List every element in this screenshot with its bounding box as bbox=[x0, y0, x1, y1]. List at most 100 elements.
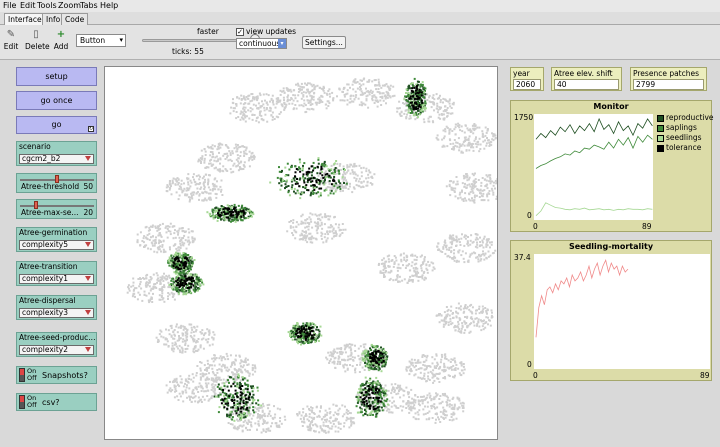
legend-label: saplings bbox=[666, 123, 697, 132]
y-min-tick: 0 bbox=[527, 211, 532, 220]
ticks-counter: ticks: 55 bbox=[172, 47, 204, 56]
seed-production-value-box[interactable]: complexity2 bbox=[19, 345, 94, 355]
monitor-plot[interactable]: Monitor 1750 0 0 89 reproductive sapling… bbox=[510, 100, 714, 232]
off-label: Off bbox=[27, 374, 37, 382]
legend-swatch bbox=[657, 114, 664, 122]
menu-file[interactable]: File bbox=[3, 0, 16, 12]
toggle-icon[interactable] bbox=[19, 395, 25, 409]
germination-chooser[interactable]: Atree-germination complexity5 bbox=[16, 227, 97, 252]
x-min-tick: 0 bbox=[533, 222, 538, 231]
seed-production-chooser[interactable]: Atree-seed-produc... complexity2 bbox=[16, 332, 97, 357]
legend-item: seedlings bbox=[657, 133, 702, 143]
pencil-icon: ✎ bbox=[6, 29, 16, 40]
delete-label: Delete bbox=[25, 42, 50, 51]
settings-button[interactable]: Settings... bbox=[302, 36, 346, 49]
legend-item: saplings bbox=[657, 123, 697, 133]
menu-edit[interactable]: Edit bbox=[20, 0, 36, 12]
seedling-mortality-plot[interactable]: Seedling-mortality 37.4 0 0 89 bbox=[510, 240, 712, 381]
on-off-labels: On Off bbox=[27, 395, 37, 409]
edit-button[interactable]: ✎ Edit bbox=[0, 28, 22, 51]
series-line bbox=[535, 259, 629, 338]
transition-label: Atree-transition bbox=[19, 262, 78, 271]
widget-type-select[interactable]: Button ▾ bbox=[76, 34, 126, 47]
tab-interface[interactable]: Interface bbox=[4, 13, 46, 25]
csv-label: csv? bbox=[42, 398, 60, 407]
view-updates-checkbox[interactable]: ✓ view updates bbox=[236, 27, 296, 36]
plus-icon: + bbox=[56, 29, 66, 40]
scenario-value-box[interactable]: cgcm2_b2 bbox=[19, 154, 94, 164]
plot-title: Seedling-mortality bbox=[568, 242, 654, 251]
update-mode-select[interactable]: continuous ▾ bbox=[236, 38, 287, 49]
plot-title: Monitor bbox=[593, 102, 629, 111]
y-max-tick: 1750 bbox=[514, 113, 534, 122]
series-line bbox=[535, 117, 653, 140]
germination-value-box[interactable]: complexity5 bbox=[19, 240, 94, 250]
legend-item: reproductive bbox=[657, 113, 714, 123]
widget-type-value: Button bbox=[80, 36, 106, 45]
go-once-button[interactable]: go once bbox=[16, 91, 97, 110]
dispersal-chooser[interactable]: Atree-dispersal complexity3 bbox=[16, 295, 97, 320]
year-value: 2060 bbox=[513, 79, 541, 90]
legend-swatch bbox=[657, 134, 664, 142]
presence-label: Presence patches bbox=[633, 69, 700, 78]
scenario-value: cgcm2_b2 bbox=[22, 154, 61, 163]
plot-canvas bbox=[535, 259, 629, 338]
forever-icon: ↻ bbox=[88, 126, 94, 132]
add-button[interactable]: + Add bbox=[50, 28, 72, 51]
chevron-down-icon: ▾ bbox=[278, 39, 286, 48]
chevron-down-icon: ▾ bbox=[119, 36, 123, 44]
view-updates-label: view updates bbox=[246, 27, 296, 36]
toolbar: ✎ Edit ▯ Delete + Add Button ▾ faster ti… bbox=[0, 25, 720, 60]
legend-swatch bbox=[657, 144, 664, 152]
series-line bbox=[535, 134, 653, 169]
dispersal-value-box[interactable]: complexity3 bbox=[19, 308, 94, 318]
delete-button[interactable]: ▯ Delete bbox=[25, 28, 50, 51]
csv-switch[interactable]: On Off csv? bbox=[16, 393, 97, 411]
x-max-tick: 89 bbox=[700, 371, 710, 380]
go-button[interactable]: go ↻ bbox=[16, 116, 97, 134]
threshold-slider[interactable]: Atree-threshold 50 bbox=[16, 173, 97, 193]
x-max-tick: 89 bbox=[642, 222, 652, 231]
trash-icon: ▯ bbox=[33, 29, 39, 40]
snapshots-label: Snapshots? bbox=[42, 371, 88, 380]
scenario-chooser[interactable]: scenario cgcm2_b2 bbox=[16, 141, 97, 166]
snapshots-switch[interactable]: On Off Snapshots? bbox=[16, 366, 97, 384]
year-monitor: year 2060 bbox=[510, 67, 544, 91]
transition-chooser[interactable]: Atree-transition complexity1 bbox=[16, 261, 97, 286]
x-min-tick: 0 bbox=[533, 371, 538, 380]
presence-monitor: Presence patches 2799 bbox=[630, 67, 707, 91]
tab-bar: Interface Info Code bbox=[0, 12, 720, 25]
menu-tools[interactable]: Tools bbox=[37, 0, 57, 12]
max-seed-value: 20 bbox=[83, 208, 93, 217]
dropdown-arrow-icon bbox=[85, 242, 91, 247]
legend-label: tolerance bbox=[666, 143, 702, 152]
elev-shift-monitor: Atree elev. shift 40 bbox=[551, 67, 622, 91]
menu-help[interactable]: Help bbox=[100, 0, 118, 12]
transition-value-box[interactable]: complexity1 bbox=[19, 274, 94, 284]
setup-button[interactable]: setup bbox=[16, 67, 97, 86]
dropdown-arrow-icon bbox=[85, 310, 91, 315]
toggle-icon[interactable] bbox=[19, 368, 25, 382]
threshold-value: 50 bbox=[83, 182, 93, 191]
elev-shift-value: 40 bbox=[554, 79, 619, 90]
plot-area bbox=[534, 254, 710, 369]
menu-tabs[interactable]: Tabs bbox=[80, 0, 98, 12]
legend-label: reproductive bbox=[666, 113, 714, 122]
world-view[interactable] bbox=[104, 66, 505, 440]
dispersal-label: Atree-dispersal bbox=[19, 296, 76, 305]
year-label: year bbox=[513, 69, 530, 78]
add-label: Add bbox=[53, 42, 69, 51]
check-icon: ✓ bbox=[236, 28, 244, 36]
menu-zoom[interactable]: Zoom bbox=[58, 0, 81, 12]
max-seed-slider[interactable]: Atree-max-se... 20 bbox=[16, 199, 97, 219]
tab-code[interactable]: Code bbox=[61, 13, 89, 25]
presence-value: 2799 bbox=[633, 79, 704, 90]
landscape-map bbox=[126, 77, 505, 434]
y-max-tick: 37.4 bbox=[514, 253, 531, 262]
plot-canvas bbox=[535, 117, 653, 216]
go-label: go bbox=[51, 120, 62, 129]
max-seed-label: Atree-max-se... bbox=[21, 208, 79, 217]
speed-label: faster bbox=[197, 27, 219, 36]
menu-bar: File Edit Tools Zoom Tabs Help bbox=[0, 0, 720, 12]
dropdown-arrow-icon bbox=[85, 347, 91, 352]
